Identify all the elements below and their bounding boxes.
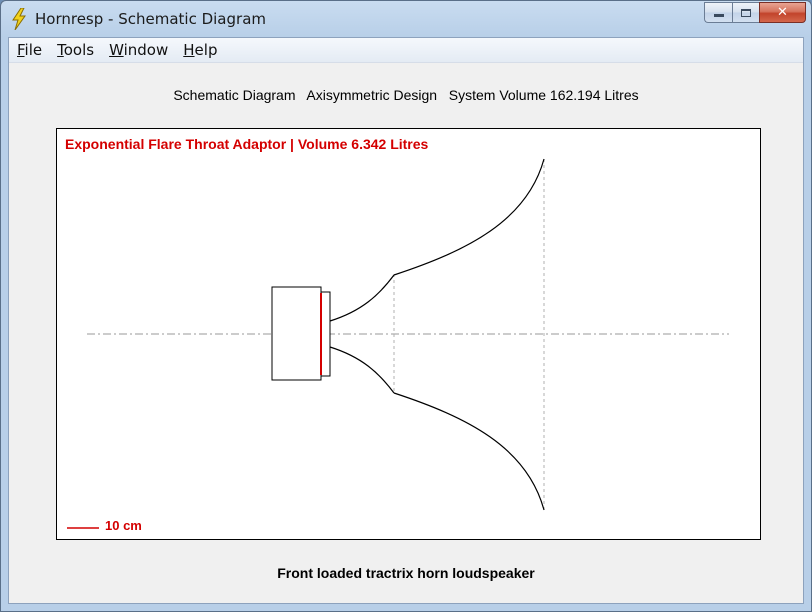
close-button[interactable]: ✕ [759,2,806,23]
menu-file[interactable]: File [9,41,49,59]
driver-front-plate [320,291,331,377]
diagram-header: Schematic Diagram Axisymmetric Design Sy… [173,87,639,103]
window-controls: ✕ [704,2,806,24]
close-icon: ✕ [777,5,788,20]
maximize-button[interactable] [732,2,759,23]
app-window: Hornresp - Schematic Diagram ✕ File Tool… [0,0,812,612]
horn-upper-wall [393,158,545,276]
maximize-icon [741,8,751,17]
lightning-bolt-icon [12,8,26,30]
menu-window-rest: indow [123,41,169,59]
adaptor-label: Exponential Flare Throat Adaptor | Volum… [65,136,429,152]
adaptor-lower-wall [329,346,395,394]
menu-help-rest: elp [194,41,218,59]
title-bar[interactable]: Hornresp - Schematic Diagram ✕ [1,1,811,37]
schematic-drawing [67,158,729,529]
horn-lower-wall [393,392,545,511]
menu-help-key: H [183,41,195,59]
menu-window-key: W [109,41,124,59]
minimize-icon [713,14,724,17]
adaptor-upper-wall [329,274,395,322]
menu-help[interactable]: Help [175,41,224,59]
minimize-button[interactable] [704,2,732,23]
menu-bar: File Tools Window Help [9,38,803,63]
menu-tools-rest: ools [63,41,95,59]
schematic-panel: Exponential Flare Throat Adaptor | Volum… [56,128,761,540]
menu-window[interactable]: Window [101,41,175,59]
scale-label: 10 cm [105,518,142,533]
menu-tools-key: T [57,41,64,59]
driver-body [271,286,322,381]
menu-file-key: F [17,41,25,59]
menu-file-rest: ile [24,41,43,59]
diagram-footer: Front loaded tractrix horn loudspeaker [277,565,535,581]
window-title: Hornresp - Schematic Diagram [35,10,266,28]
client-area: File Tools Window Help Schematic Diagram… [8,37,804,604]
menu-tools[interactable]: Tools [49,41,101,59]
